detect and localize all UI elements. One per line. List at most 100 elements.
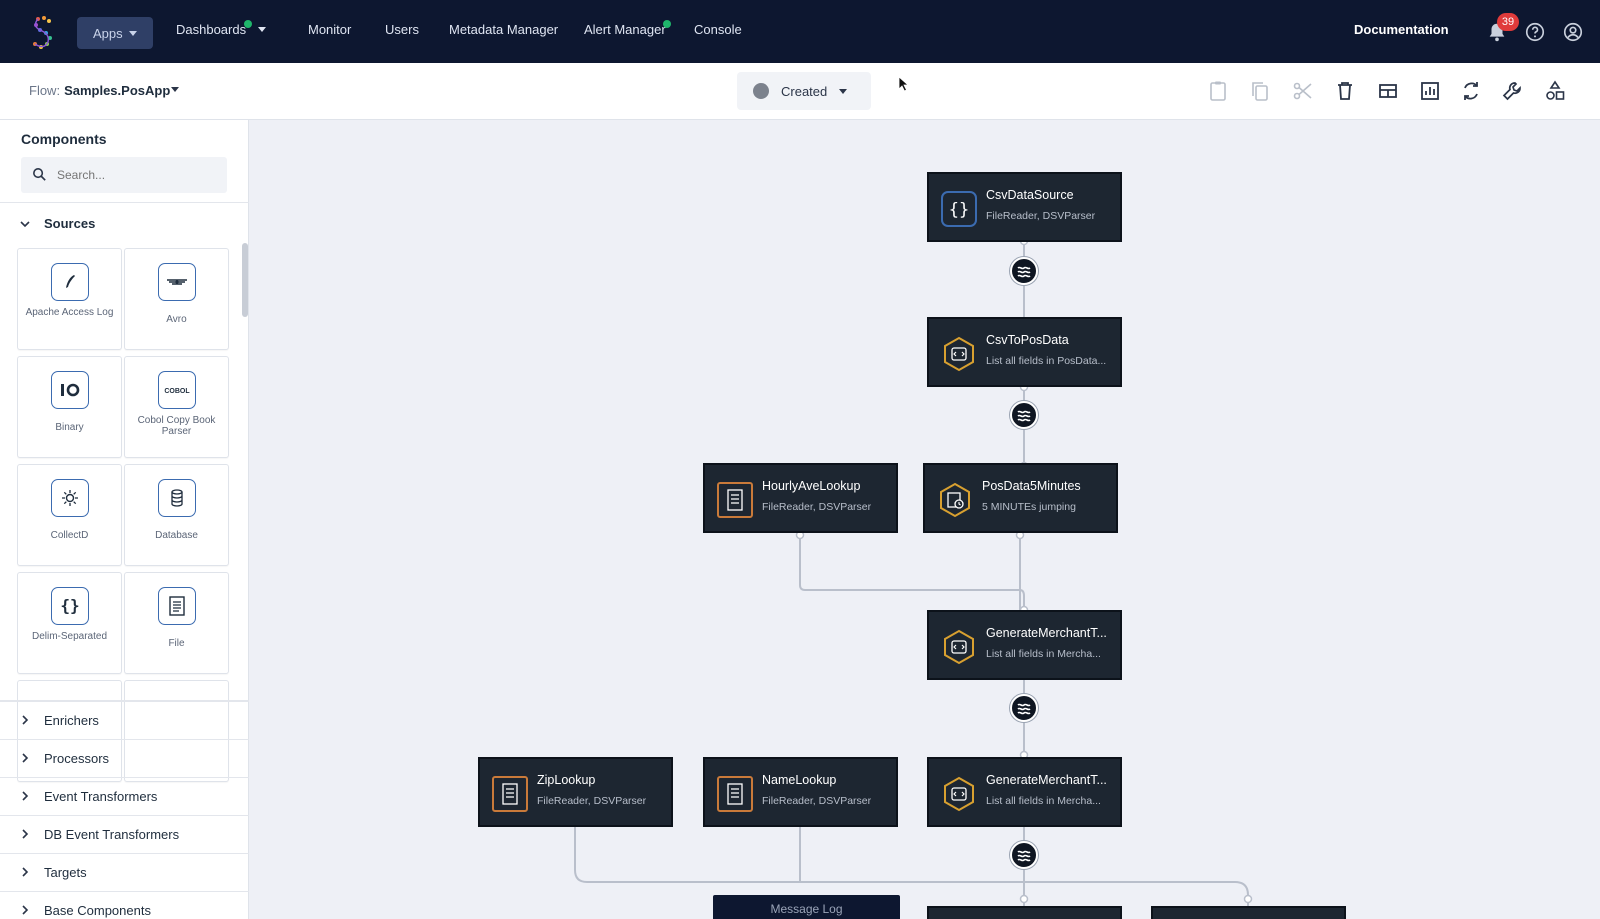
chevron-right-icon <box>22 753 29 763</box>
braces-icon: {} <box>941 191 977 227</box>
svg-text:COBOL: COBOL <box>164 388 190 395</box>
flow-node-generatemerchanttxrates[interactable]: GenerateMerchantT... List all fields in … <box>927 610 1122 680</box>
trash-icon[interactable] <box>1333 79 1357 103</box>
section-base-components[interactable]: Base Components <box>0 891 249 919</box>
nav-alert-manager[interactable]: Alert Manager <box>584 20 671 37</box>
sun-icon <box>51 479 89 517</box>
copy-icon[interactable] <box>1248 79 1272 103</box>
tile-label: Apache Access Log <box>25 307 114 318</box>
tile-label: Database <box>155 530 198 541</box>
flow-node-csvdatasource[interactable]: {} CsvDataSource FileReader, DSVParser <box>927 172 1122 242</box>
flow-node-posdata5minutes[interactable]: PosData5Minutes 5 MINUTEs jumping <box>923 463 1118 533</box>
node-title: HourlyAveLookup <box>762 479 861 493</box>
tile-label: File <box>168 638 185 649</box>
notification-badge: 39 <box>1497 13 1519 31</box>
binary-icon <box>51 371 89 409</box>
nav-metadata-manager[interactable]: Metadata Manager <box>449 22 558 37</box>
clock-hexagon-icon <box>940 482 970 518</box>
section-event-transformers[interactable]: Event Transformers <box>0 777 249 814</box>
apps-menu-button[interactable]: Apps <box>77 17 153 49</box>
svg-text:{}: {} <box>949 200 969 220</box>
status-dot-icon <box>663 20 671 28</box>
status-dot-icon <box>244 20 252 28</box>
stream-icon[interactable] <box>1010 841 1038 869</box>
scissors-icon[interactable] <box>1291 79 1315 103</box>
tile-avro[interactable]: Avro <box>124 248 229 350</box>
stream-icon[interactable] <box>1010 401 1038 429</box>
node-title: PosData5Minutes <box>982 479 1081 493</box>
section-processors[interactable]: Processors <box>0 739 249 776</box>
section-db-event-transformers[interactable]: DB Event Transformers <box>0 815 249 852</box>
flow-canvas[interactable]: {} CsvDataSource FileReader, DSVParser C… <box>250 120 1600 919</box>
flow-node-partial[interactable] <box>1151 906 1346 919</box>
flow-node-hourlyavelookup[interactable]: HourlyAveLookup FileReader, DSVParser <box>703 463 898 533</box>
node-title: NameLookup <box>762 773 837 787</box>
svg-text:{}: {} <box>60 596 79 615</box>
section-label: Enrichers <box>44 712 99 728</box>
nav-monitor[interactable]: Monitor <box>308 22 351 37</box>
tile-apache-access-log[interactable]: Apache Access Log <box>17 248 122 350</box>
sidebar-scrollbar[interactable] <box>242 243 248 317</box>
mouse-cursor-icon <box>898 76 910 92</box>
nav-users[interactable]: Users <box>385 22 419 37</box>
chevron-down-icon <box>128 30 137 36</box>
chevron-right-icon <box>22 829 29 839</box>
chevron-right-icon <box>22 905 29 915</box>
flow-node-csvtoposdata[interactable]: CsvToPosData List all fields in PosData.… <box>927 317 1122 387</box>
top-navbar: Apps Dashboards Monitor Users Metadata M… <box>0 0 1600 63</box>
flow-toolbar: Flow: Samples.PosApp Created <box>0 63 1600 120</box>
help-icon[interactable] <box>1524 21 1546 43</box>
flow-node-partial[interactable] <box>927 906 1122 919</box>
chart-icon[interactable] <box>1418 79 1442 103</box>
file-icon <box>717 482 753 518</box>
section-label: Event Transformers <box>44 788 158 804</box>
nav-console[interactable]: Console <box>694 22 742 37</box>
tile-delim-separated[interactable]: {} Delim-Separated <box>17 572 122 674</box>
flow-status-dropdown[interactable]: Created <box>737 72 871 110</box>
code-hexagon-icon <box>944 629 974 665</box>
chevron-down-icon <box>258 27 267 32</box>
chevron-right-icon <box>22 715 29 725</box>
nav-dashboards-label: Dashboards <box>176 22 247 37</box>
nav-dashboards[interactable]: Dashboards <box>176 20 267 37</box>
stream-icon[interactable] <box>1010 257 1038 285</box>
app-logo-icon[interactable] <box>28 14 58 52</box>
tile-label: Cobol Copy Book Parser <box>137 415 216 437</box>
user-account-icon[interactable] <box>1562 21 1584 43</box>
shapes-icon[interactable] <box>1543 79 1567 103</box>
node-subtitle: FileReader, DSVParser <box>537 795 647 807</box>
section-sources[interactable]: Sources <box>0 205 249 242</box>
section-enrichers[interactable]: Enrichers <box>0 701 249 738</box>
sidebar-title: Components <box>21 131 107 147</box>
wrench-icon[interactable] <box>1500 79 1524 103</box>
component-search-input[interactable] <box>57 166 217 184</box>
flow-node-ziplookup[interactable]: ZipLookup FileReader, DSVParser <box>478 757 673 827</box>
tile-label: Binary <box>55 422 84 433</box>
tile-cobol-copy-book-parser[interactable]: COBOL Cobol Copy Book Parser <box>124 356 229 458</box>
section-targets[interactable]: Targets <box>0 853 249 890</box>
flow-node-generatemerchanttxrates-2[interactable]: GenerateMerchantT... List all fields in … <box>927 757 1122 827</box>
flow-prefix-label: Flow: <box>29 83 61 98</box>
tile-file[interactable]: File <box>124 572 229 674</box>
chevron-down-icon <box>839 88 848 94</box>
tile-database[interactable]: Database <box>124 464 229 566</box>
documentation-link[interactable]: Documentation <box>1354 22 1449 37</box>
flow-node-namelookup[interactable]: NameLookup FileReader, DSVParser <box>703 757 898 827</box>
section-sources-label: Sources <box>44 216 96 231</box>
tile-collectd[interactable]: CollectD <box>17 464 122 566</box>
table-icon[interactable] <box>1376 79 1400 103</box>
tile-binary[interactable]: Binary <box>17 356 122 458</box>
clipboard-icon[interactable] <box>1206 79 1230 103</box>
file-icon <box>717 776 753 812</box>
chevron-down-icon[interactable] <box>171 87 179 92</box>
nav-alert-manager-label: Alert Manager <box>584 22 666 37</box>
sync-icon[interactable] <box>1459 79 1483 103</box>
flow-selector[interactable]: Flow: Samples.PosApp <box>29 83 170 98</box>
node-subtitle: FileReader, DSVParser <box>762 501 872 513</box>
node-title: GenerateMerchantT... <box>986 626 1107 640</box>
node-subtitle: FileReader, DSVParser <box>762 795 872 807</box>
message-log-tab[interactable]: Message Log <box>713 895 900 919</box>
stream-icon[interactable] <box>1010 694 1038 722</box>
section-label: Processors <box>44 750 110 766</box>
feather-icon <box>51 263 89 301</box>
